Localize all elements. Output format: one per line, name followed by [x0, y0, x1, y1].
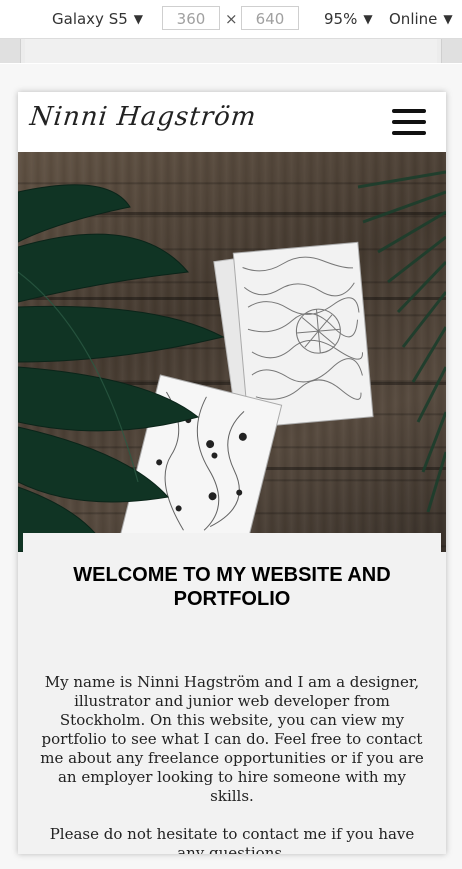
device-toolbar: Galaxy S5 ▼ 360 × 640 95% ▼ Online ▼ [0, 0, 462, 39]
device-viewport: Ninni Hagström WELCOME TO MY WEBSITE AND… [18, 92, 446, 854]
caret-down-icon: ▼ [133, 12, 143, 26]
zoom-select-label: 95% [324, 10, 358, 28]
device-select[interactable]: Galaxy S5 ▼ [52, 10, 143, 28]
width-input[interactable]: 360 [162, 6, 220, 30]
device-select-label: Galaxy S5 [52, 10, 128, 28]
contact-paragraph: Please do not hesitate to contact me if … [49, 825, 415, 854]
welcome-section: WELCOME TO MY WEBSITE AND PORTFOLIO My n… [23, 533, 441, 854]
site-logo[interactable]: Ninni Hagström [28, 102, 258, 132]
zoom-select[interactable]: 95% ▼ [324, 10, 373, 28]
hero-illustration [18, 152, 446, 566]
caret-down-icon: ▼ [443, 12, 453, 26]
ruler-segment-left[interactable] [0, 39, 21, 63]
hamburger-menu-icon[interactable] [392, 109, 426, 135]
ruler-segment-right[interactable] [441, 39, 462, 63]
media-query-ruler[interactable] [0, 39, 462, 63]
network-throttle-select[interactable]: Online ▼ [389, 10, 453, 28]
intro-paragraph: My name is Ninni Hagström and I am a des… [40, 673, 424, 805]
hero-image [18, 152, 446, 566]
welcome-heading: WELCOME TO MY WEBSITE AND PORTFOLIO [73, 564, 391, 610]
site-header: Ninni Hagström [18, 92, 446, 152]
dimension-separator: × [225, 10, 238, 28]
ruler-segment-middle[interactable] [25, 39, 437, 63]
network-select-label: Online [389, 10, 438, 28]
caret-down-icon: ▼ [363, 12, 373, 26]
height-input[interactable]: 640 [241, 6, 299, 30]
